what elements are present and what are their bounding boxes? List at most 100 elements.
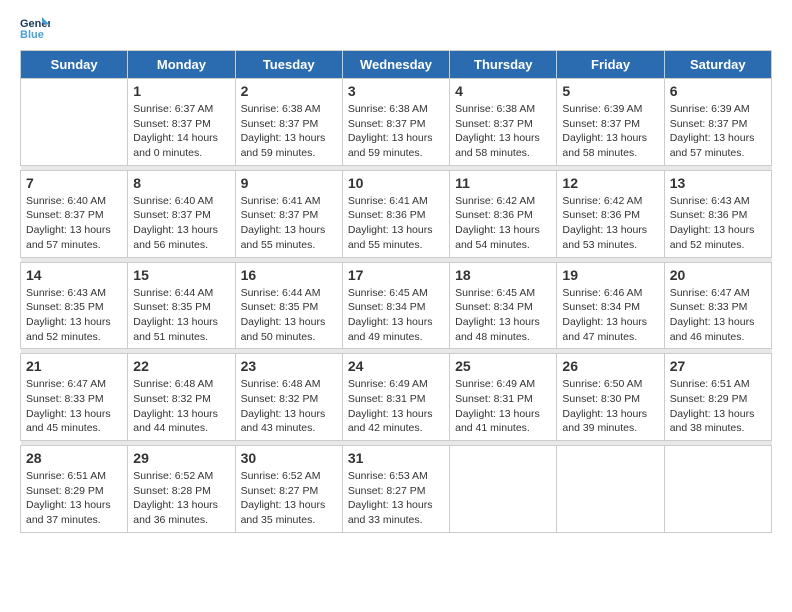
day-info: Sunrise: 6:43 AM Sunset: 8:35 PM Dayligh…	[26, 286, 122, 345]
calendar-day-cell: 18Sunrise: 6:45 AM Sunset: 8:34 PM Dayli…	[450, 262, 557, 349]
day-info: Sunrise: 6:42 AM Sunset: 8:36 PM Dayligh…	[455, 194, 551, 253]
day-number: 26	[562, 358, 658, 374]
day-number: 23	[241, 358, 337, 374]
calendar-weekday-thursday: Thursday	[450, 51, 557, 79]
header: General Blue	[20, 15, 772, 40]
calendar-day-cell: 19 Sunrise: 6:46 AM Sunset: 8:34 PM Dayli…	[557, 262, 664, 349]
calendar-day-cell: 10 Sunrise: 6:41 AM Sunset: 8:36 PM Dayli…	[342, 170, 449, 257]
calendar-weekday-tuesday: Tuesday	[235, 51, 342, 79]
day-number: 10	[348, 175, 444, 191]
calendar-week-0: 1Sunrise: 6:37 AM Sunset: 8:37 PM Daylig…	[21, 79, 772, 166]
day-number: 30	[241, 450, 337, 466]
day-number: 29	[133, 450, 229, 466]
calendar-day-cell: 3 Sunrise: 6:38 AM Sunset: 8:37 PM Daylig…	[342, 79, 449, 166]
day-number: 25	[455, 358, 551, 374]
day-number: 14	[26, 267, 122, 283]
day-info: Sunrise: 6:45 AM Sunset: 8:34 PM Dayligh…	[348, 286, 444, 345]
calendar-day-cell: 21Sunrise: 6:47 AM Sunset: 8:33 PM Dayli…	[21, 354, 128, 441]
calendar-day-cell: 14 Sunrise: 6:43 AM Sunset: 8:35 PM Dayli…	[21, 262, 128, 349]
day-info: Sunrise: 6:41 AM Sunset: 8:36 PM Dayligh…	[348, 194, 444, 253]
calendar-weekday-saturday: Saturday	[664, 51, 771, 79]
calendar-day-cell	[21, 79, 128, 166]
day-number: 3	[348, 83, 444, 99]
day-number: 7	[26, 175, 122, 191]
calendar-table: SundayMondayTuesdayWednesdayThursdayFrid…	[20, 50, 772, 533]
day-number: 8	[133, 175, 229, 191]
calendar-day-cell: 17 Sunrise: 6:45 AM Sunset: 8:34 PM Dayli…	[342, 262, 449, 349]
calendar-day-cell: 25 Sunrise: 6:49 AM Sunset: 8:31 PM Dayli…	[450, 354, 557, 441]
calendar-day-cell: 11 Sunrise: 6:42 AM Sunset: 8:36 PM Dayli…	[450, 170, 557, 257]
calendar-day-cell: 22 Sunrise: 6:48 AM Sunset: 8:32 PM Dayli…	[128, 354, 235, 441]
day-info: Sunrise: 6:40 AM Sunset: 8:37 PM Dayligh…	[133, 194, 229, 253]
day-info: Sunrise: 6:51 AM Sunset: 8:29 PM Dayligh…	[26, 469, 122, 528]
calendar-week-3: 21Sunrise: 6:47 AM Sunset: 8:33 PM Dayli…	[21, 354, 772, 441]
calendar-week-4: 28 Sunrise: 6:51 AM Sunset: 8:29 PM Dayli…	[21, 446, 772, 533]
day-info: Sunrise: 6:52 AM Sunset: 8:28 PM Dayligh…	[133, 469, 229, 528]
calendar-weekday-wednesday: Wednesday	[342, 51, 449, 79]
svg-text:Blue: Blue	[20, 29, 44, 40]
calendar-day-cell: 27 Sunrise: 6:51 AM Sunset: 8:29 PM Dayli…	[664, 354, 771, 441]
calendar-day-cell: 15 Sunrise: 6:44 AM Sunset: 8:35 PM Dayli…	[128, 262, 235, 349]
day-number: 28	[26, 450, 122, 466]
day-info: Sunrise: 6:49 AM Sunset: 8:31 PM Dayligh…	[455, 377, 551, 436]
day-info: Sunrise: 6:44 AM Sunset: 8:35 PM Dayligh…	[241, 286, 337, 345]
day-info: Sunrise: 6:48 AM Sunset: 8:32 PM Dayligh…	[133, 377, 229, 436]
calendar-day-cell	[557, 446, 664, 533]
day-number: 22	[133, 358, 229, 374]
calendar-day-cell: 28 Sunrise: 6:51 AM Sunset: 8:29 PM Dayli…	[21, 446, 128, 533]
calendar-week-1: 7 Sunrise: 6:40 AM Sunset: 8:37 PM Daylig…	[21, 170, 772, 257]
day-number: 20	[670, 267, 766, 283]
calendar-day-cell: 13Sunrise: 6:43 AM Sunset: 8:36 PM Dayli…	[664, 170, 771, 257]
day-info: Sunrise: 6:38 AM Sunset: 8:37 PM Dayligh…	[348, 102, 444, 161]
calendar-day-cell	[664, 446, 771, 533]
day-number: 21	[26, 358, 122, 374]
calendar-day-cell: 30 Sunrise: 6:52 AM Sunset: 8:27 PM Dayli…	[235, 446, 342, 533]
day-number: 31	[348, 450, 444, 466]
calendar-day-cell: 16Sunrise: 6:44 AM Sunset: 8:35 PM Dayli…	[235, 262, 342, 349]
day-number: 17	[348, 267, 444, 283]
logo: General Blue	[20, 15, 52, 40]
day-info: Sunrise: 6:49 AM Sunset: 8:31 PM Dayligh…	[348, 377, 444, 436]
day-number: 27	[670, 358, 766, 374]
day-number: 2	[241, 83, 337, 99]
calendar-day-cell: 26Sunrise: 6:50 AM Sunset: 8:30 PM Dayli…	[557, 354, 664, 441]
calendar-day-cell	[450, 446, 557, 533]
day-number: 24	[348, 358, 444, 374]
day-info: Sunrise: 6:44 AM Sunset: 8:35 PM Dayligh…	[133, 286, 229, 345]
calendar-day-cell: 20 Sunrise: 6:47 AM Sunset: 8:33 PM Dayli…	[664, 262, 771, 349]
day-number: 12	[562, 175, 658, 191]
calendar-day-cell: 29 Sunrise: 6:52 AM Sunset: 8:28 PM Dayli…	[128, 446, 235, 533]
day-info: Sunrise: 6:47 AM Sunset: 8:33 PM Dayligh…	[670, 286, 766, 345]
calendar-day-cell: 5 Sunrise: 6:39 AM Sunset: 8:37 PM Daylig…	[557, 79, 664, 166]
calendar-weekday-monday: Monday	[128, 51, 235, 79]
day-number: 13	[670, 175, 766, 191]
calendar-week-2: 14 Sunrise: 6:43 AM Sunset: 8:35 PM Dayli…	[21, 262, 772, 349]
day-number: 5	[562, 83, 658, 99]
day-info: Sunrise: 6:38 AM Sunset: 8:37 PM Dayligh…	[455, 102, 551, 161]
calendar-weekday-friday: Friday	[557, 51, 664, 79]
day-info: Sunrise: 6:46 AM Sunset: 8:34 PM Dayligh…	[562, 286, 658, 345]
calendar-body: 1Sunrise: 6:37 AM Sunset: 8:37 PM Daylig…	[21, 79, 772, 533]
day-info: Sunrise: 6:42 AM Sunset: 8:36 PM Dayligh…	[562, 194, 658, 253]
calendar-day-cell: 4Sunrise: 6:38 AM Sunset: 8:37 PM Daylig…	[450, 79, 557, 166]
day-number: 11	[455, 175, 551, 191]
calendar-day-cell: 2Sunrise: 6:38 AM Sunset: 8:37 PM Daylig…	[235, 79, 342, 166]
day-info: Sunrise: 6:53 AM Sunset: 8:27 PM Dayligh…	[348, 469, 444, 528]
day-info: Sunrise: 6:51 AM Sunset: 8:29 PM Dayligh…	[670, 377, 766, 436]
calendar-header-row: SundayMondayTuesdayWednesdayThursdayFrid…	[21, 51, 772, 79]
day-info: Sunrise: 6:48 AM Sunset: 8:32 PM Dayligh…	[241, 377, 337, 436]
day-number: 1	[133, 83, 229, 99]
day-info: Sunrise: 6:40 AM Sunset: 8:37 PM Dayligh…	[26, 194, 122, 253]
page-container: General Blue SundayMondayTuesdayWednesda…	[0, 0, 792, 548]
calendar-day-cell: 12 Sunrise: 6:42 AM Sunset: 8:36 PM Dayli…	[557, 170, 664, 257]
day-info: Sunrise: 6:39 AM Sunset: 8:37 PM Dayligh…	[670, 102, 766, 161]
day-number: 19	[562, 267, 658, 283]
day-number: 6	[670, 83, 766, 99]
day-info: Sunrise: 6:52 AM Sunset: 8:27 PM Dayligh…	[241, 469, 337, 528]
day-info: Sunrise: 6:39 AM Sunset: 8:37 PM Dayligh…	[562, 102, 658, 161]
day-info: Sunrise: 6:45 AM Sunset: 8:34 PM Dayligh…	[455, 286, 551, 345]
calendar-day-cell: 24 Sunrise: 6:49 AM Sunset: 8:31 PM Dayli…	[342, 354, 449, 441]
calendar-day-cell: 6 Sunrise: 6:39 AM Sunset: 8:37 PM Daylig…	[664, 79, 771, 166]
day-number: 15	[133, 267, 229, 283]
calendar-day-cell: 31 Sunrise: 6:53 AM Sunset: 8:27 PM Dayli…	[342, 446, 449, 533]
